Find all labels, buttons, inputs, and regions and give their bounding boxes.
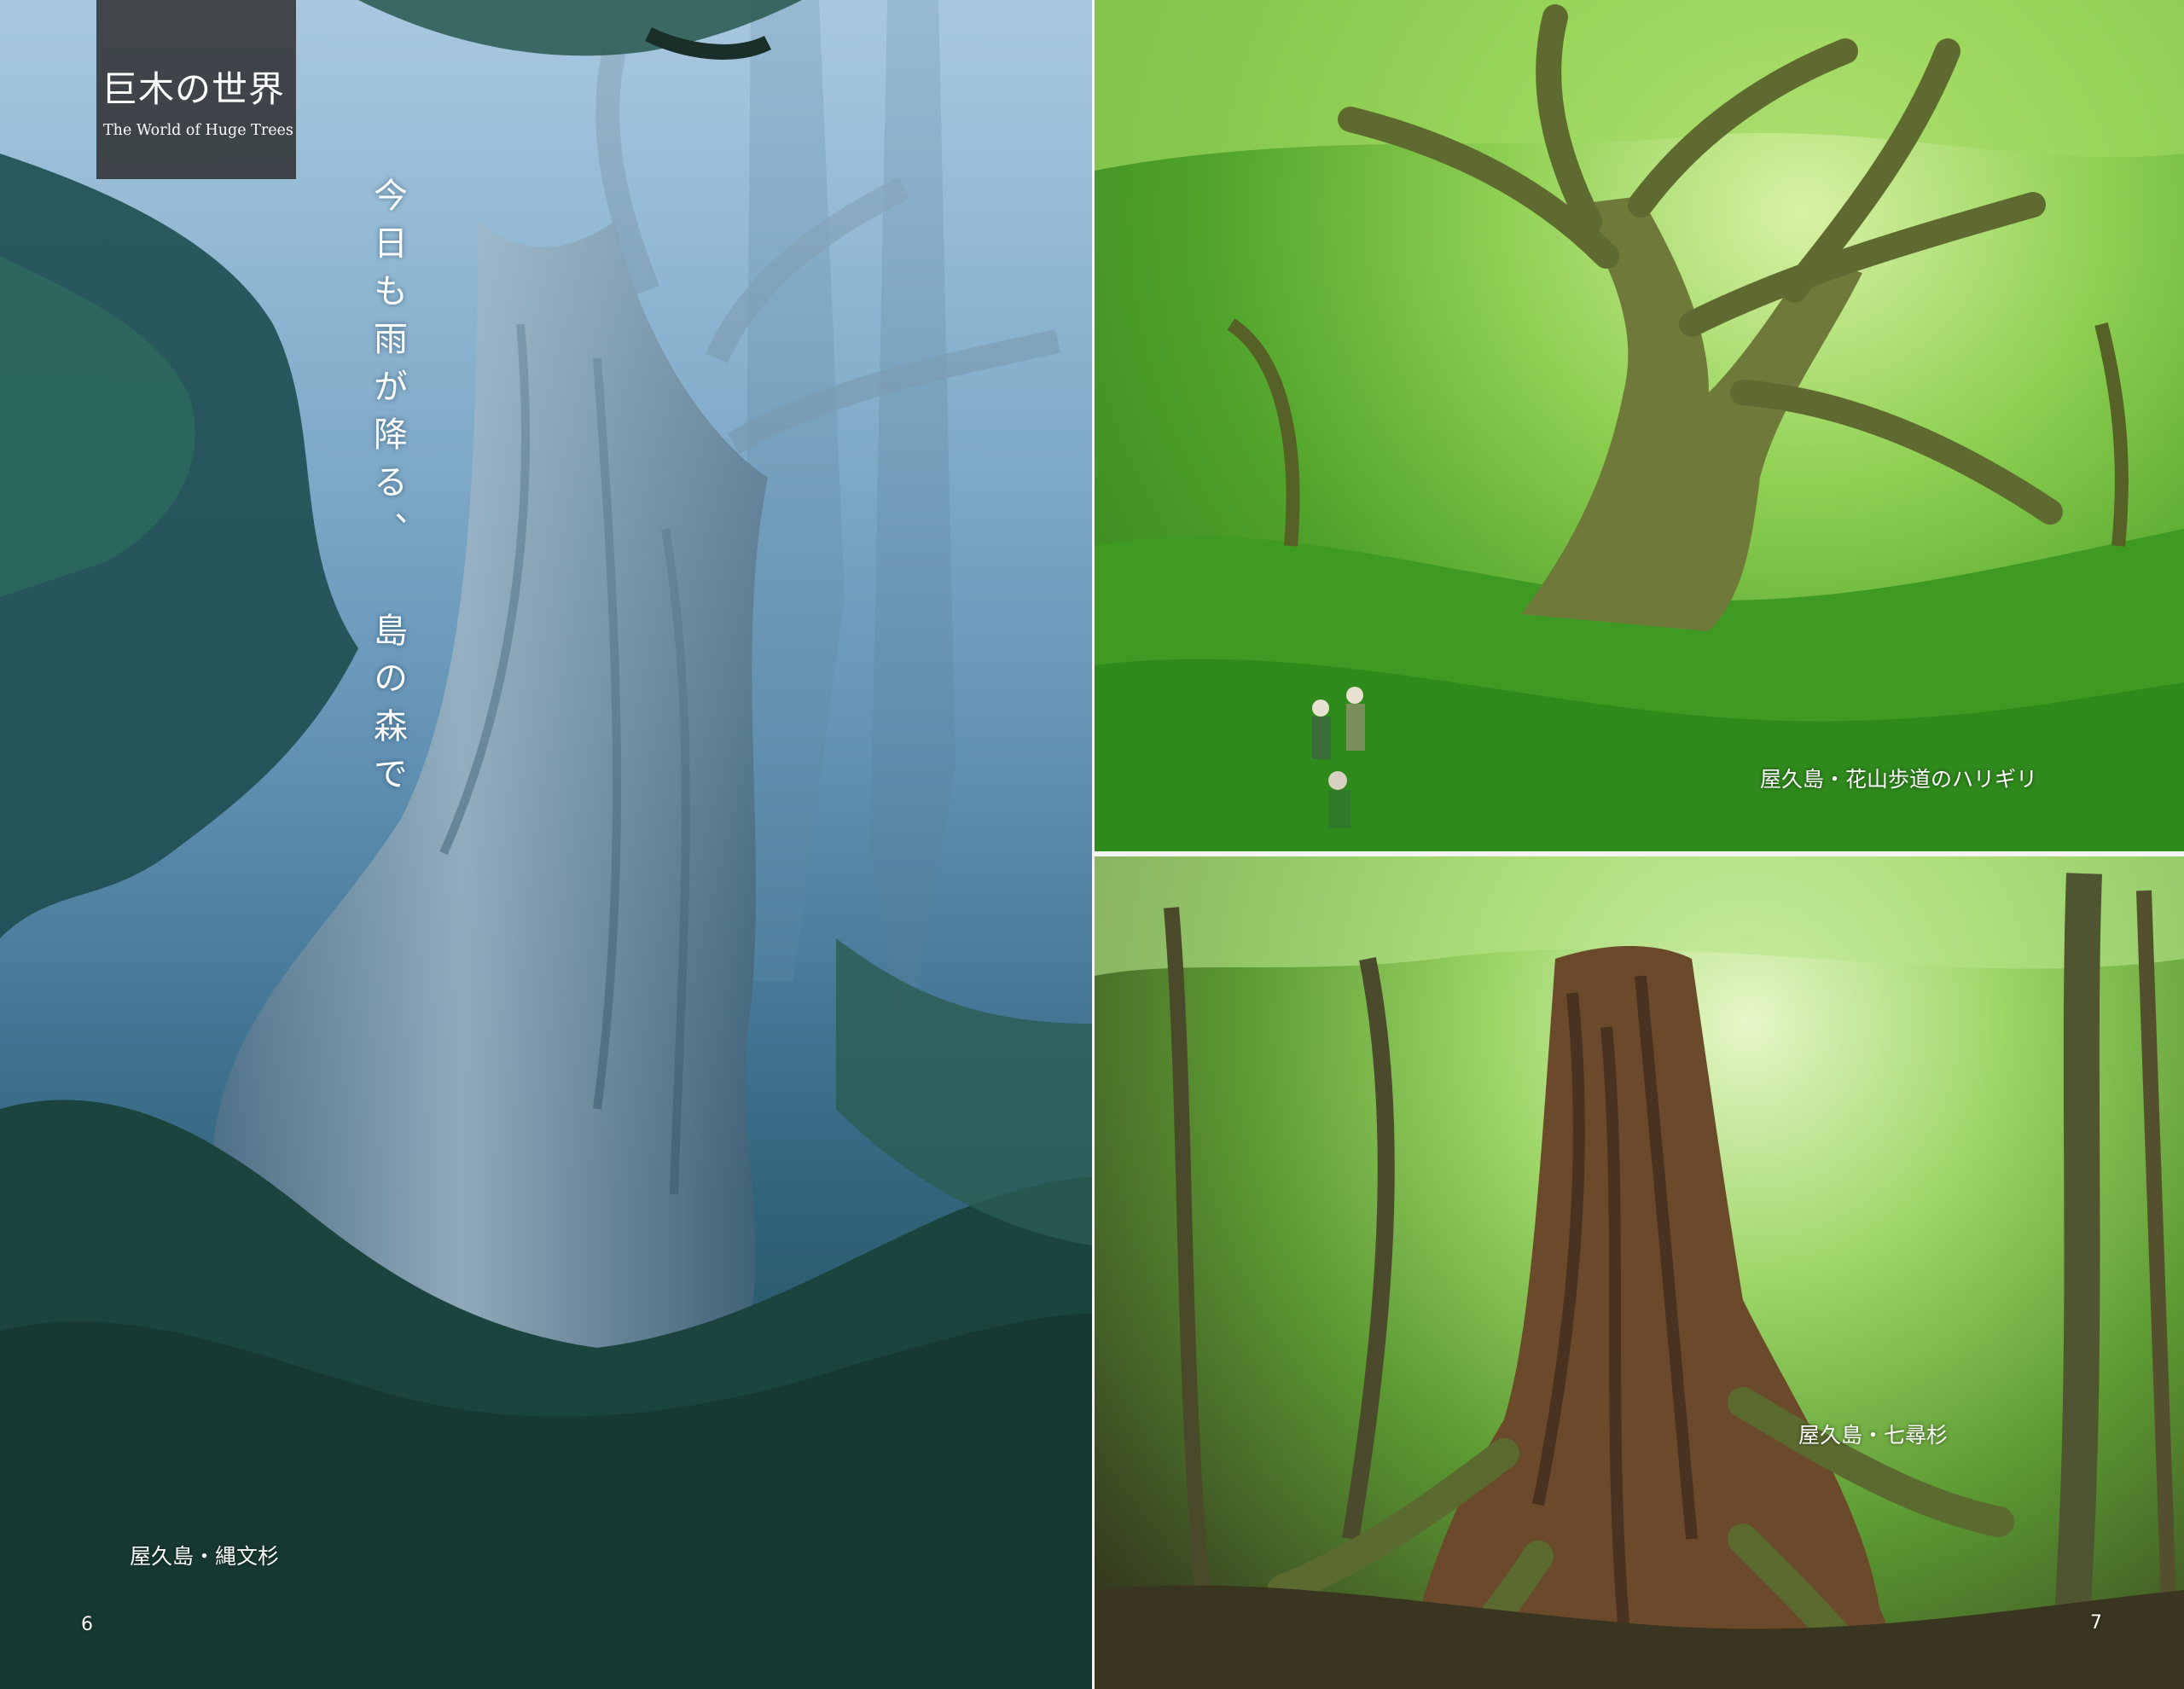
page-number-right: 7 xyxy=(2090,1612,2102,1634)
photo-caption-jomon: 屋久島・縄文杉 xyxy=(130,1544,280,1569)
series-title-box: 巨木の世界 The World of Huge Trees xyxy=(96,0,296,179)
photo-caption-harigiri: 屋久島・花山歩道のハリギリ xyxy=(1760,767,2038,792)
nanahiro-scene xyxy=(1095,856,2184,1689)
left-page: 巨木の世界 The World of Huge Trees 今日も雨が降る、 島… xyxy=(0,0,1092,1689)
photo-caption-nanahiro: 屋久島・七尋杉 xyxy=(1798,1423,1949,1448)
jomon-sugi-photo xyxy=(0,0,1092,1689)
right-page: 屋久島・花山歩道のハリギリ 屋久島・七尋杉 7 xyxy=(1092,0,2184,1689)
series-title-jp: 巨木の世界 xyxy=(102,68,286,110)
harigiri-photo: 屋久島・花山歩道のハリギリ xyxy=(1095,0,2184,851)
headline-vertical: 今日も雨が降る、 島の森で xyxy=(368,177,407,804)
magazine-spread: 巨木の世界 The World of Huge Trees 今日も雨が降る、 島… xyxy=(0,0,2184,1689)
nanahiro-sugi-photo: 屋久島・七尋杉 xyxy=(1095,856,2184,1689)
harigiri-scene xyxy=(1095,0,2184,851)
series-title-en: The World of Huge Trees xyxy=(103,122,293,139)
page-number-left: 6 xyxy=(81,1614,93,1635)
